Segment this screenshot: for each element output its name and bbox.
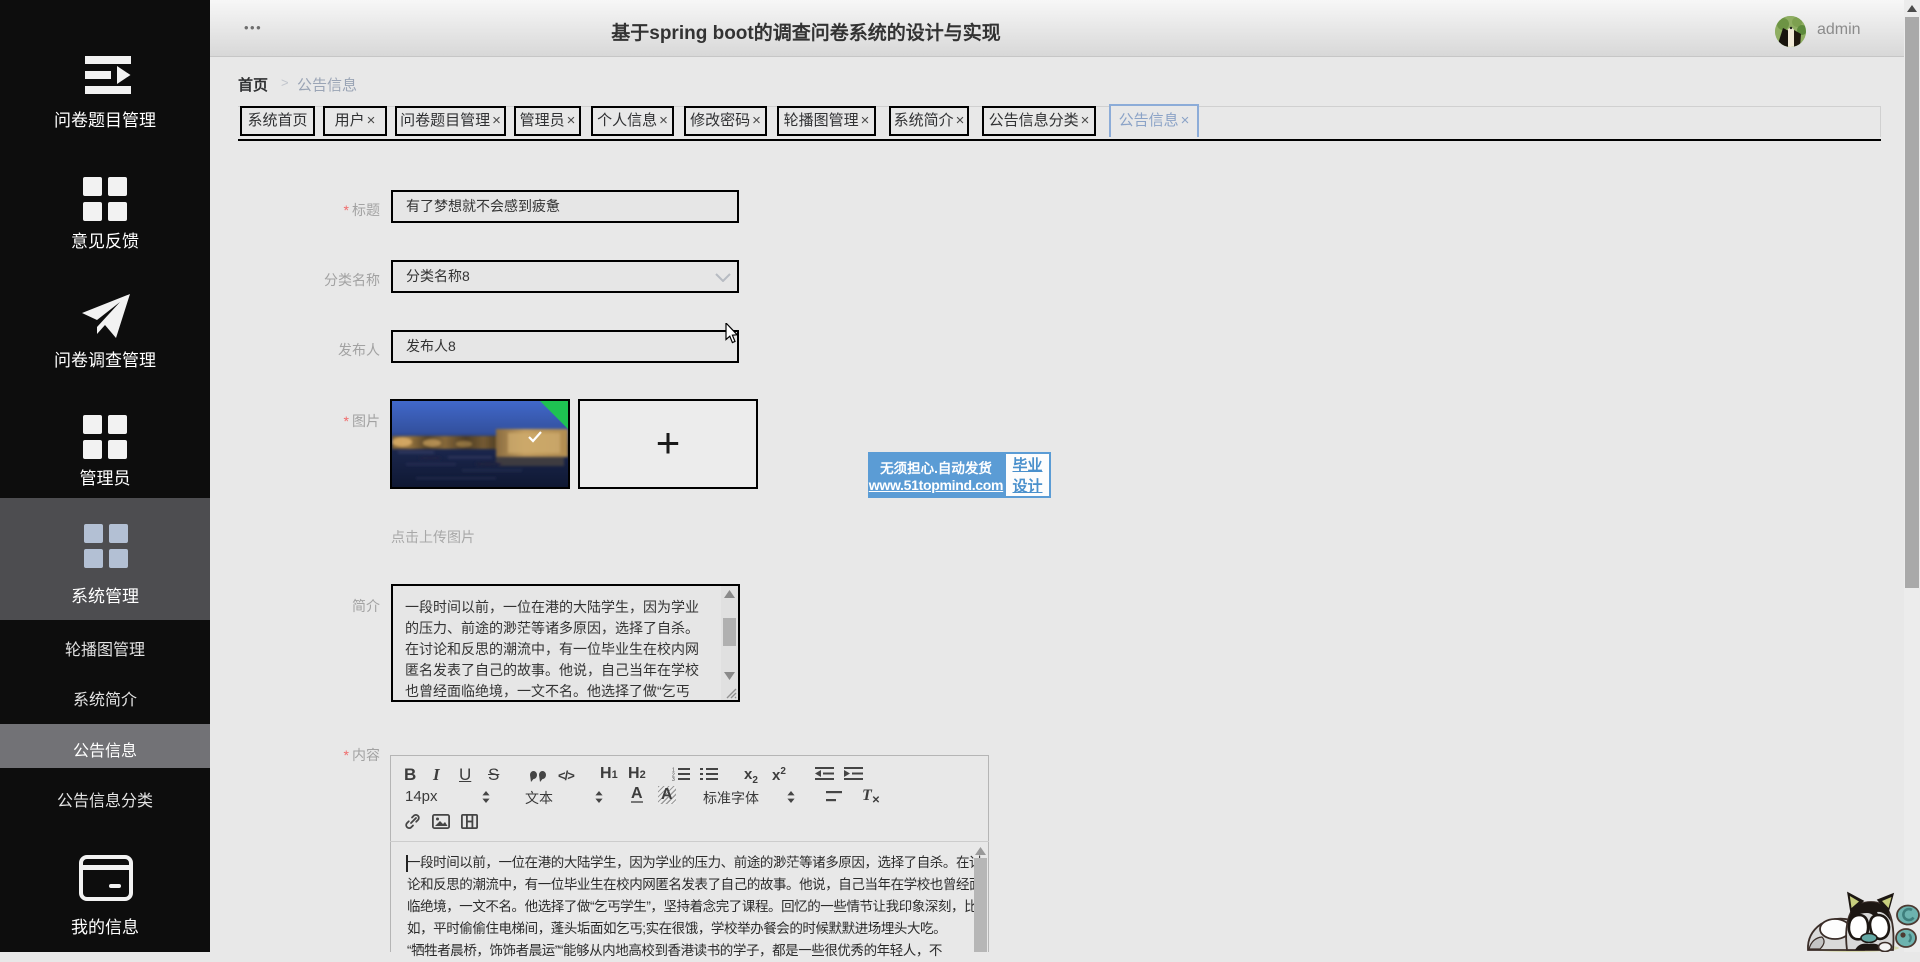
- svg-text:3: 3: [672, 777, 675, 781]
